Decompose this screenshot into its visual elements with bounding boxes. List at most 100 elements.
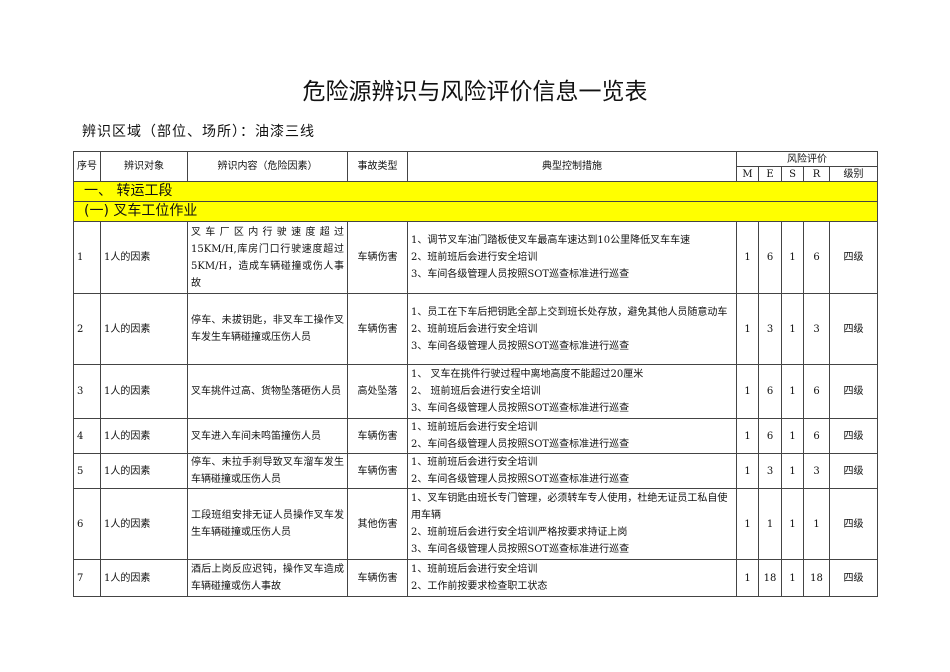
risk-r: 3 (803, 293, 830, 365)
measure-item: 1、员工在下车后把钥匙全部上交到班长处存放，避免其他人员随意动车 (411, 306, 728, 318)
table-row: 3 1人的因素 叉车挑件过高、货物坠落砸伤人员 高处坠落 1、 叉车在挑件行驶过程中离地… (73, 364, 879, 419)
page-title: 危险源辨识与风险评价信息一览表 (302, 79, 648, 105)
risk-level: 四级 (828, 221, 879, 294)
measure-item: 2、车间各级管理人员按照SOT巡查标准进行巡查 (411, 474, 630, 485)
risk-e: 6 (758, 418, 782, 454)
risk-level: 四级 (828, 293, 879, 365)
risk-m: 1 (736, 418, 759, 454)
risk-level: 四级 (828, 418, 879, 454)
header-no: 序号 (73, 151, 101, 182)
measure-item: 3、车间各级管理人员按照SOT巡查标准进行巡查 (411, 340, 630, 352)
accident-type: 车辆伤害 (347, 559, 408, 597)
header-risk: 风险评价 (735, 151, 879, 167)
risk-s: 1 (781, 364, 804, 419)
risk-e: 3 (758, 293, 782, 365)
row-number: 3 (73, 364, 101, 419)
control-measures: 1、调节叉车油门踏板使叉车最高车速达到10公里降低叉车车速 2、班前班后会进行安全… (407, 221, 737, 294)
table-row: 1 1人的因素 叉车厂区内行驶速度超过15KM/H,库房门口行驶速度超过5KM/H，… (73, 221, 879, 294)
risk-r: 6 (803, 364, 830, 419)
risk-s: 1 (781, 453, 804, 489)
risk-r: 3 (803, 453, 830, 489)
table-row: 2 1人的因素 停车、未拔钥匙，非叉车工操作叉车发生车辆碰撞或压伤人员 车辆伤害 1、员… (73, 293, 879, 365)
measure-item: 3、车间各级管理人员按照SOT巡查标准进行巡查 (411, 269, 630, 280)
risk-s: 1 (781, 418, 804, 454)
risk-s: 1 (781, 559, 804, 597)
header-m: M (736, 166, 759, 182)
risk-s: 1 (781, 221, 804, 294)
risk-s: 1 (781, 488, 804, 560)
risk-level: 四级 (828, 453, 879, 489)
accident-type: 其他伤害 (347, 488, 408, 560)
risk-level: 四级 (828, 488, 879, 560)
header-level: 级别 (828, 166, 879, 182)
accident-type: 车辆伤害 (347, 293, 408, 365)
identification-area: 辨识区域（部位、场所）：油漆三线 (82, 124, 315, 140)
risk-r: 6 (803, 221, 830, 294)
control-measures: 1、 叉车在挑件行驶过程中离地高度不能超过20厘米 2、 班前班后会进行安全培训 3… (407, 364, 737, 419)
risk-r: 18 (803, 559, 830, 597)
header-type: 事故类型 (347, 151, 408, 182)
table-row: 7 1人的因素 酒后上岗反应迟钝，操作叉车造成车辆碰撞或伤人事故 车辆伤害 1、班前班后… (73, 559, 879, 597)
measure-item: 3、车间各级管理人员按照SOT巡查标准进行巡查 (411, 403, 630, 414)
table-row: 4 1人的因素 叉车进入车间未鸣笛撞伤人员 车辆伤害 1、班前班后会进行安全培训 2、车间… (73, 418, 879, 454)
measure-item: 1、班前班后会进行安全培训 (411, 564, 538, 575)
measure-item: 2、班前班后会进行安全培训 (411, 323, 538, 335)
row-number: 7 (73, 559, 101, 597)
accident-type: 车辆伤害 (347, 418, 408, 454)
control-measures: 1、班前班后会进行安全培训 2、工作前按要求检查职工状态 (407, 559, 737, 597)
hazard-content: 停车、未拔钥匙，非叉车工操作叉车发生车辆碰撞或压伤人员 (187, 293, 348, 365)
header-measures: 典型控制措施 (407, 151, 737, 182)
measure-item: 1、调节叉车油门踏板使叉车最高车速达到10公里降低叉车车速 (411, 235, 691, 246)
hazard-content: 叉车厂区内行驶速度超过15KM/H,库房门口行驶速度超过5KM/H，造成车辆碰撞… (187, 221, 348, 294)
identification-target: 1人的因素 (100, 221, 188, 294)
hazard-content: 酒后上岗反应迟钝，操作叉车造成车辆碰撞或伤人事故 (187, 559, 348, 597)
identification-target: 1人的因素 (100, 364, 188, 419)
header-r: R (803, 166, 830, 182)
risk-table: 序号 辨识对象 辨识内容（危险因素） 事故类型 典型控制措施 风险评价 M E … (72, 151, 879, 597)
control-measures: 1、叉车钥匙由班长专门管理，必须转车专人使用，杜绝无证员工私自使用车辆 2、班前班… (407, 488, 737, 560)
risk-level: 四级 (828, 559, 879, 597)
table-row: 5 1人的因素 停车、未拉手刹导致叉车溜车发生车辆碰撞或压伤人员 车辆伤害 1、班前班后… (73, 453, 879, 489)
identification-target: 1人的因素 (100, 418, 188, 454)
measure-item: 2、 班前班后会进行安全培训 (411, 386, 541, 397)
risk-m: 1 (736, 293, 759, 365)
control-measures: 1、班前班后会进行安全培训 2、车间各级管理人员按照SOT巡查标准进行巡查 (407, 418, 737, 454)
header-s: S (781, 166, 804, 182)
hazard-content: 叉车进入车间未鸣笛撞伤人员 (187, 418, 348, 454)
identification-target: 1人的因素 (100, 293, 188, 365)
row-number: 6 (73, 488, 101, 560)
hazard-content: 工段班组安排无证人员操作叉车发生车辆碰撞或压伤人员 (187, 488, 348, 560)
measure-item: 2、班前班后会进行安全培训严格按要求持证上岗 (411, 527, 628, 538)
risk-level: 四级 (828, 364, 879, 419)
control-measures: 1、班前班后会进行安全培训 2、车间各级管理人员按照SOT巡查标准进行巡查 (407, 453, 737, 489)
measure-item: 2、车间各级管理人员按照SOT巡查标准进行巡查 (411, 439, 630, 450)
risk-m: 1 (736, 488, 759, 560)
identification-target: 1人的因素 (100, 453, 188, 489)
risk-m: 1 (736, 221, 759, 294)
risk-m: 1 (736, 364, 759, 419)
table-row: 6 1人的因素 工段班组安排无证人员操作叉车发生车辆碰撞或压伤人员 其他伤害 1、叉车钥… (73, 488, 879, 560)
row-number: 2 (73, 293, 101, 365)
identification-target: 1人的因素 (100, 559, 188, 597)
risk-m: 1 (736, 453, 759, 489)
measure-item: 2、班前班后会进行安全培训 (411, 252, 538, 263)
risk-r: 6 (803, 418, 830, 454)
hazard-content: 停车、未拉手刹导致叉车溜车发生车辆碰撞或压伤人员 (187, 453, 348, 489)
measure-item: 1、叉车钥匙由班长专门管理，必须转车专人使用，杜绝无证员工私自使用车辆 (411, 493, 728, 521)
risk-e: 18 (758, 559, 782, 597)
risk-m: 1 (736, 559, 759, 597)
row-number: 4 (73, 418, 101, 454)
measure-item: 1、 叉车在挑件行驶过程中离地高度不能超过20厘米 (411, 369, 644, 380)
hazard-content: 叉车挑件过高、货物坠落砸伤人员 (187, 364, 348, 419)
header-e: E (758, 166, 782, 182)
measure-item: 2、工作前按要求检查职工状态 (411, 581, 548, 592)
row-number: 1 (73, 221, 101, 294)
header-content: 辨识内容（危险因素） (187, 151, 348, 182)
measure-item: 1、班前班后会进行安全培训 (411, 457, 538, 468)
accident-type: 车辆伤害 (347, 221, 408, 294)
header-target: 辨识对象 (100, 151, 188, 182)
risk-s: 1 (781, 293, 804, 365)
accident-type: 车辆伤害 (347, 453, 408, 489)
risk-e: 3 (758, 453, 782, 489)
control-measures: 1、员工在下车后把钥匙全部上交到班长处存放，避免其他人员随意动车 2、班前班后会进… (407, 293, 737, 365)
